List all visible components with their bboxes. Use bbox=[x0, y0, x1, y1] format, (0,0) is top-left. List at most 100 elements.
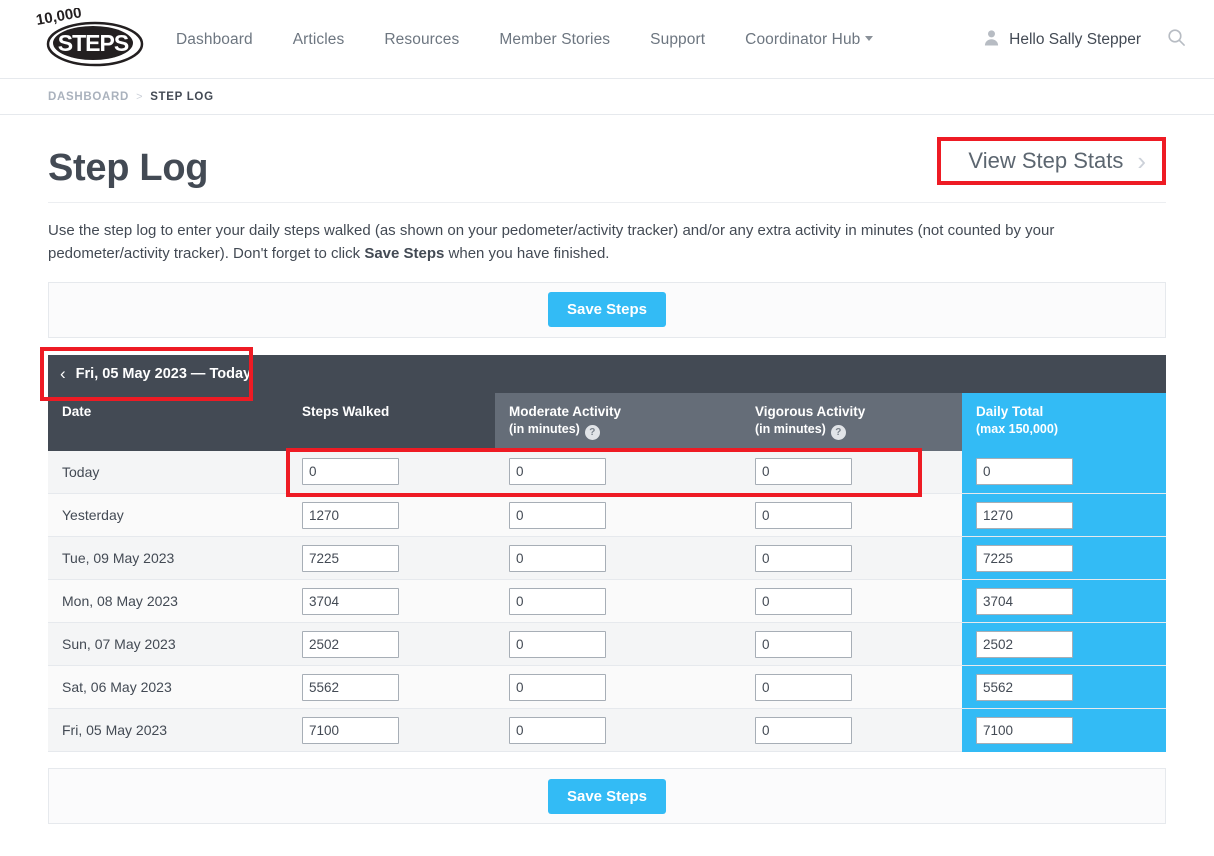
daily-total-input[interactable] bbox=[976, 673, 1073, 701]
cell-steps bbox=[288, 493, 495, 537]
col-header-vigorous-activity: Vigorous Activity (in minutes)? bbox=[741, 392, 962, 451]
col-header-moderate-sub: (in minutes)? bbox=[509, 422, 741, 440]
vigorous-activity-input[interactable] bbox=[755, 673, 852, 701]
moderate-activity-input[interactable] bbox=[509, 716, 606, 744]
cell-date: Tue, 09 May 2023 bbox=[48, 536, 288, 580]
date-navigation-bar: ‹ Fri, 05 May 2023 — Today bbox=[48, 354, 1166, 393]
steps-walked-input[interactable] bbox=[302, 587, 399, 615]
cell-moderate bbox=[495, 622, 741, 666]
steps-walked-input[interactable] bbox=[302, 630, 399, 658]
nav-item-resources[interactable]: Resources bbox=[384, 31, 459, 49]
steps-walked-input[interactable] bbox=[302, 716, 399, 744]
moderate-activity-input[interactable] bbox=[509, 673, 606, 701]
moderate-activity-input[interactable] bbox=[509, 458, 606, 486]
nav-label: Dashboard bbox=[176, 30, 253, 48]
cell-vigorous bbox=[741, 708, 962, 752]
col-header-vigorous-label: Vigorous Activity bbox=[755, 403, 866, 419]
breadcrumb-dashboard[interactable]: DASHBOARD bbox=[48, 91, 129, 103]
site-logo[interactable]: 10,000 STEPS bbox=[33, 4, 149, 70]
cell-total bbox=[962, 665, 1166, 709]
steps-walked-input[interactable] bbox=[302, 458, 399, 486]
cell-vigorous bbox=[741, 493, 962, 537]
table-row: Tue, 09 May 2023 bbox=[48, 536, 1166, 580]
view-step-stats-highlight: View Step Stats › bbox=[937, 137, 1166, 185]
save-steps-bar-top: Save Steps bbox=[48, 281, 1166, 338]
daily-total-input[interactable] bbox=[976, 716, 1073, 744]
steps-walked-input[interactable] bbox=[302, 501, 399, 529]
cell-steps bbox=[288, 708, 495, 752]
nav-item-articles[interactable]: Articles bbox=[293, 31, 345, 49]
vigorous-activity-input[interactable] bbox=[755, 544, 852, 572]
cell-date: Sun, 07 May 2023 bbox=[48, 622, 288, 666]
col-header-date: Date bbox=[48, 392, 288, 451]
cell-total bbox=[962, 536, 1166, 580]
nav-label: Coordinator Hub bbox=[745, 30, 861, 48]
intro-part-2: when you have finished. bbox=[444, 245, 610, 263]
search-icon[interactable] bbox=[1167, 28, 1186, 52]
save-steps-button-top[interactable]: Save Steps bbox=[547, 292, 667, 327]
main-nav: Dashboard Articles Resources Member Stor… bbox=[176, 0, 874, 79]
cell-total bbox=[962, 493, 1166, 537]
table-row: Fri, 05 May 2023 bbox=[48, 708, 1166, 752]
daily-total-input[interactable] bbox=[976, 458, 1073, 486]
help-icon-moderate[interactable]: ? bbox=[584, 424, 600, 440]
col-header-total-sub: (max 150,000) bbox=[976, 421, 1059, 436]
moderate-activity-input[interactable] bbox=[509, 630, 606, 658]
nav-label: Articles bbox=[292, 30, 345, 48]
col-header-date-label: Date bbox=[62, 403, 92, 419]
col-header-moderate-activity: Moderate Activity (in minutes)? bbox=[495, 392, 741, 451]
col-header-daily-total: Daily Total (max 150,000) bbox=[962, 392, 1166, 451]
cell-moderate bbox=[495, 450, 741, 494]
cell-moderate bbox=[495, 493, 741, 537]
moderate-activity-input[interactable] bbox=[509, 501, 606, 529]
daily-total-input[interactable] bbox=[976, 501, 1073, 529]
moderate-activity-input[interactable] bbox=[509, 587, 606, 615]
cell-steps bbox=[288, 450, 495, 494]
vigorous-activity-input[interactable] bbox=[755, 501, 852, 529]
daily-total-input[interactable] bbox=[976, 630, 1073, 658]
col-header-moderate-label: Moderate Activity bbox=[509, 403, 622, 419]
cell-total bbox=[962, 708, 1166, 752]
col-header-steps-label: Steps Walked bbox=[302, 403, 390, 419]
table-row: Sun, 07 May 2023 bbox=[48, 622, 1166, 666]
cell-date: Today bbox=[48, 450, 288, 494]
steps-walked-input[interactable] bbox=[302, 673, 399, 701]
user-greeting: Hello Sally Stepper bbox=[1009, 30, 1141, 48]
help-icon-vigorous[interactable]: ? bbox=[830, 424, 846, 440]
vigorous-activity-input[interactable] bbox=[755, 458, 852, 486]
svg-text:STEPS: STEPS bbox=[58, 30, 129, 56]
step-log-table-wrapper: ‹ Fri, 05 May 2023 — Today Date Steps Wa… bbox=[40, 346, 1166, 752]
main-content: Step Log View Step Stats › Use the step … bbox=[0, 115, 1214, 824]
steps-walked-input[interactable] bbox=[302, 544, 399, 572]
previous-week-nav[interactable]: ‹ Fri, 05 May 2023 — Today bbox=[48, 365, 251, 382]
cell-date: Yesterday bbox=[48, 493, 288, 537]
col-header-steps-walked: Steps Walked bbox=[288, 392, 495, 451]
cell-vigorous bbox=[741, 579, 962, 623]
table-head: Date Steps Walked Moderate Activity (in … bbox=[48, 392, 1166, 451]
moderate-activity-input[interactable] bbox=[509, 544, 606, 572]
vigorous-activity-input[interactable] bbox=[755, 630, 852, 658]
cell-date: Mon, 08 May 2023 bbox=[48, 579, 288, 623]
daily-total-input[interactable] bbox=[976, 587, 1073, 615]
cell-vigorous bbox=[741, 665, 962, 709]
cell-total bbox=[962, 450, 1166, 494]
daily-total-input[interactable] bbox=[976, 544, 1073, 572]
nav-item-support[interactable]: Support bbox=[650, 31, 705, 49]
intro-text: Use the step log to enter your daily ste… bbox=[48, 203, 1166, 266]
vigorous-activity-input[interactable] bbox=[755, 716, 852, 744]
cell-vigorous bbox=[741, 536, 962, 580]
table-body: TodayYesterdayTue, 09 May 2023Mon, 08 Ma… bbox=[48, 450, 1166, 752]
vigorous-activity-input[interactable] bbox=[755, 587, 852, 615]
nav-item-member-stories[interactable]: Member Stories bbox=[499, 31, 610, 49]
nav-item-dashboard[interactable]: Dashboard bbox=[176, 31, 253, 49]
chevron-down-icon bbox=[865, 35, 874, 41]
nav-label: Support bbox=[650, 30, 706, 48]
cell-date: Sat, 06 May 2023 bbox=[48, 665, 288, 709]
cell-steps bbox=[288, 536, 495, 580]
save-steps-button-bottom[interactable]: Save Steps bbox=[547, 778, 667, 814]
view-step-stats-button[interactable]: View Step Stats › bbox=[941, 141, 1162, 181]
nav-item-coordinator-hub[interactable]: Coordinator Hub bbox=[745, 30, 874, 49]
cell-steps bbox=[288, 665, 495, 709]
col-header-total-label: Daily Total bbox=[976, 403, 1044, 419]
intro-bold-save-steps: Save Steps bbox=[364, 245, 445, 263]
